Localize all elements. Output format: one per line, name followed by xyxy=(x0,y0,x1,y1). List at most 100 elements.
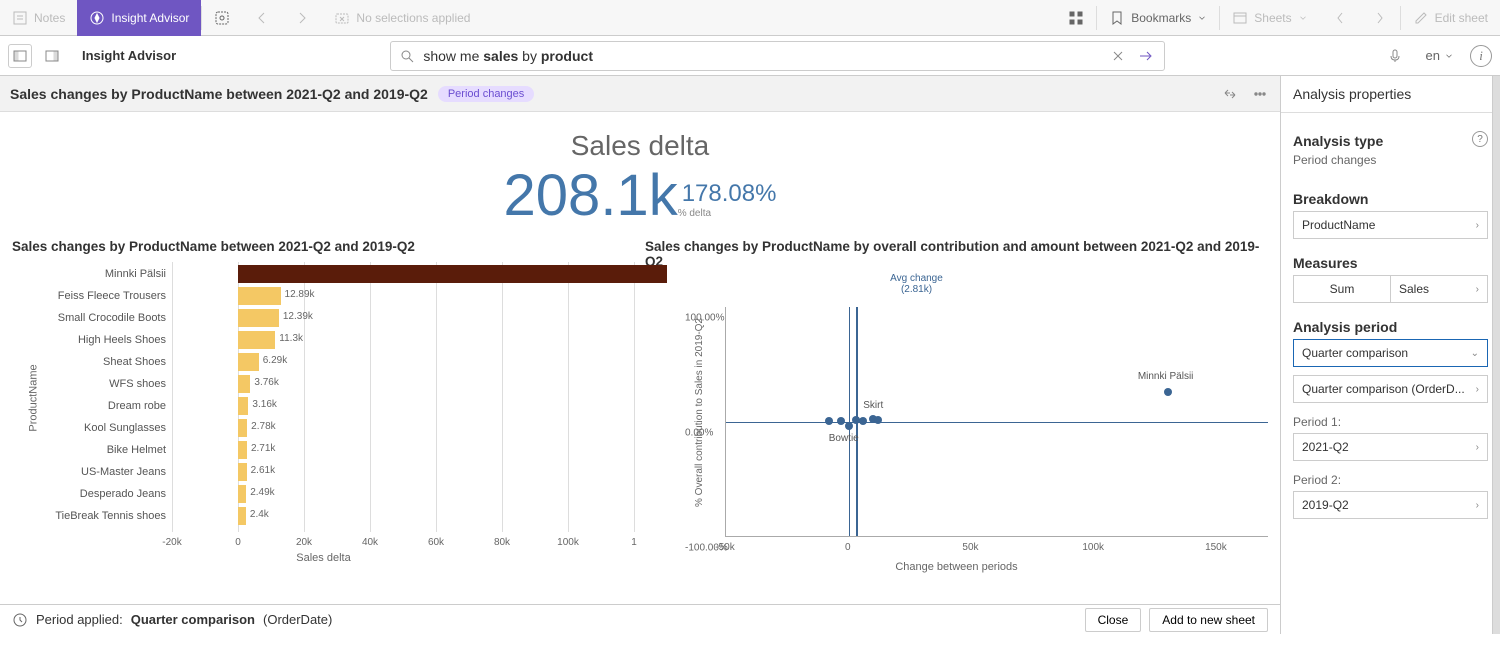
scatter-point xyxy=(825,417,833,425)
scatter-chart-title: Sales changes by ProductName by overall … xyxy=(645,239,1268,269)
clear-selections-button[interactable]: No selections applied xyxy=(322,0,482,36)
search-icon xyxy=(399,48,415,64)
close-button[interactable]: Close xyxy=(1085,608,1142,632)
bar-category-label: US-Master Jeans xyxy=(12,466,172,478)
scatter-point xyxy=(845,422,853,430)
x-tick: -20k xyxy=(162,537,181,548)
bar-row: US-Master Jeans 2.61k xyxy=(12,460,635,484)
step-back-button[interactable] xyxy=(242,0,282,36)
panel-right-icon xyxy=(44,48,60,64)
back-icon xyxy=(254,10,270,26)
bar-category-label: Dream robe xyxy=(12,400,172,412)
period2-field[interactable]: 2019-Q2› xyxy=(1293,491,1488,519)
scatter-plot-area: Minnki PälsiiSkirtBowtie xyxy=(725,307,1268,537)
language-button[interactable]: en xyxy=(1418,48,1462,63)
bar-x-axis-label: Sales delta xyxy=(12,552,635,564)
no-selections-label: No selections applied xyxy=(356,11,470,25)
chevron-down-icon xyxy=(1197,13,1207,23)
notes-icon xyxy=(12,10,28,26)
bar xyxy=(238,463,247,481)
scatter-y-tick: 0.00% xyxy=(685,428,713,439)
next-sheet-button[interactable] xyxy=(1360,0,1400,36)
bar-row: TieBreak Tennis shoes2.4k xyxy=(12,504,635,528)
bar-value-label: 2.49k xyxy=(250,487,274,498)
period-select[interactable]: Quarter comparison⌄ xyxy=(1293,339,1488,367)
scatter-avg-label: Avg change (2.81k) xyxy=(877,273,957,295)
top-toolbar: Notes Insight Advisor No selections appl… xyxy=(0,0,1500,36)
bar-category-label: Small Crocodile Boots xyxy=(12,312,172,324)
step-forward-button[interactable] xyxy=(282,0,322,36)
x-tick: 60k xyxy=(428,537,444,548)
scatter-x-tick: -50k xyxy=(715,542,734,553)
sheets-button[interactable]: Sheets xyxy=(1220,0,1319,36)
period2-label: Period 2: xyxy=(1293,469,1488,491)
period-applied-label: Period applied: xyxy=(36,612,123,627)
bar-chart: Sales changes by ProductName between 202… xyxy=(12,239,635,604)
panel-left-button[interactable] xyxy=(8,44,32,68)
grid-icon xyxy=(1068,10,1084,26)
scatter-x-tick: 100k xyxy=(1082,542,1104,553)
bar-value-label: 12.89k xyxy=(285,289,315,300)
bar-category-label: Bike Helmet xyxy=(12,444,172,456)
bar xyxy=(238,353,259,371)
more-button[interactable] xyxy=(1250,84,1270,104)
chevron-right-icon: › xyxy=(1476,284,1479,295)
breakdown-field[interactable]: ProductName› xyxy=(1293,211,1488,239)
info-button[interactable]: i xyxy=(1470,45,1492,67)
bar-value-label: 12.39k xyxy=(283,311,313,322)
scrollbar[interactable] xyxy=(1492,76,1500,634)
pencil-icon xyxy=(1413,10,1429,26)
bar-chart-title: Sales changes by ProductName between 202… xyxy=(12,239,635,254)
bar xyxy=(238,331,275,349)
period-detail-field[interactable]: Quarter comparison (OrderD...› xyxy=(1293,375,1488,403)
bar xyxy=(238,485,246,503)
scatter-x-tick: 50k xyxy=(962,542,978,553)
kpi: Sales delta 208.1k 178.08% % delta xyxy=(0,112,1280,239)
submit-search-button[interactable] xyxy=(1136,46,1156,66)
search-selection-icon xyxy=(214,10,230,26)
insight-advisor-tab[interactable]: Insight Advisor xyxy=(77,0,201,36)
scatter-x-axis-label: Change between periods xyxy=(645,561,1268,573)
smart-search-button[interactable] xyxy=(202,0,242,36)
kpi-percent: 178.08% xyxy=(682,180,777,208)
notes-tab[interactable]: Notes xyxy=(0,0,77,36)
mic-button[interactable] xyxy=(1380,46,1410,66)
help-icon[interactable]: ? xyxy=(1472,131,1488,147)
clear-icon xyxy=(334,10,350,26)
bar-value-label: 2.4k xyxy=(250,509,269,520)
grid-button[interactable] xyxy=(1056,0,1096,36)
search-input[interactable]: show me sales by product xyxy=(423,48,1100,64)
collapse-button[interactable] xyxy=(1220,84,1240,104)
language-label: en xyxy=(1426,48,1440,63)
bar-value-label: 2.71k xyxy=(251,443,275,454)
analysis-title: Sales changes by ProductName between 202… xyxy=(10,86,428,102)
scatter-chart: Sales changes by ProductName by overall … xyxy=(645,239,1268,604)
bookmarks-button[interactable]: Bookmarks xyxy=(1097,0,1219,36)
kpi-title: Sales delta xyxy=(0,130,1280,162)
scatter-point xyxy=(837,417,845,425)
x-tick: 0 xyxy=(235,537,241,548)
notes-label: Notes xyxy=(34,11,65,25)
x-tick: 100k xyxy=(557,537,579,548)
bar-category-label: Feiss Fleece Trousers xyxy=(12,290,172,302)
add-to-sheet-button[interactable]: Add to new sheet xyxy=(1149,608,1268,632)
kpi-value: 208.1k xyxy=(504,162,678,229)
second-toolbar: Insight Advisor show me sales by product… xyxy=(0,36,1500,76)
prev-sheet-button[interactable] xyxy=(1320,0,1360,36)
chevron-right-icon: › xyxy=(1476,220,1479,231)
page-title: Insight Advisor xyxy=(82,48,176,63)
clock-icon xyxy=(12,612,28,628)
analysis-properties-panel: Analysis properties Analysis type ? Peri… xyxy=(1280,76,1500,634)
bar-category-label: WFS shoes xyxy=(12,378,172,390)
scatter-point-label: Minnki Pälsii xyxy=(1138,371,1194,382)
bar-row: Desperado Jeans2.49k xyxy=(12,482,635,506)
bar-value-label: 2.61k xyxy=(251,465,275,476)
edit-sheet-button[interactable]: Edit sheet xyxy=(1401,0,1500,36)
clear-search-button[interactable] xyxy=(1108,46,1128,66)
forward-icon xyxy=(294,10,310,26)
period1-field[interactable]: 2021-Q2› xyxy=(1293,433,1488,461)
chevron-right-icon xyxy=(1372,10,1388,26)
measure-field[interactable]: Sum Sales› xyxy=(1293,275,1488,303)
panel-right-button[interactable] xyxy=(40,44,64,68)
bar-category-label: Kool Sunglasses xyxy=(12,422,172,434)
